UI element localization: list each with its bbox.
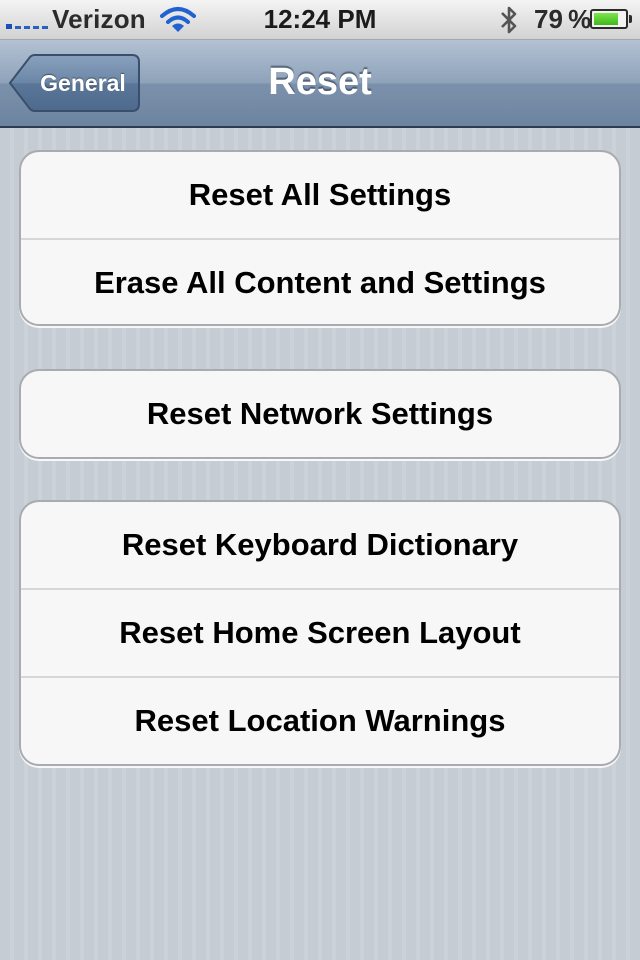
battery-icon [590, 9, 632, 29]
reset-keyboard-dictionary-button[interactable]: Reset Keyboard Dictionary [21, 502, 619, 590]
bluetooth-icon [501, 6, 517, 34]
back-button-general[interactable]: General [8, 54, 140, 112]
reset-location-warnings-button[interactable]: Reset Location Warnings [21, 678, 619, 764]
erase-all-content-button[interactable]: Erase All Content and Settings [21, 240, 619, 324]
reset-group-3: Reset Keyboard Dictionary Reset Home Scr… [19, 500, 621, 766]
reset-group-2: Reset Network Settings [19, 369, 621, 459]
battery-percentage: 79 % [534, 4, 592, 34]
navigation-bar: Reset General [0, 40, 640, 128]
reset-group-1: Reset All Settings Erase All Content and… [19, 150, 621, 326]
reset-home-screen-layout-button[interactable]: Reset Home Screen Layout [21, 590, 619, 678]
battery-level-fill [594, 13, 618, 25]
reset-network-settings-button[interactable]: Reset Network Settings [21, 371, 619, 457]
back-button-label: General [40, 70, 126, 96]
reset-all-settings-button[interactable]: Reset All Settings [21, 152, 619, 240]
status-bar: Verizon 12:24 PM 79 % [0, 0, 640, 40]
